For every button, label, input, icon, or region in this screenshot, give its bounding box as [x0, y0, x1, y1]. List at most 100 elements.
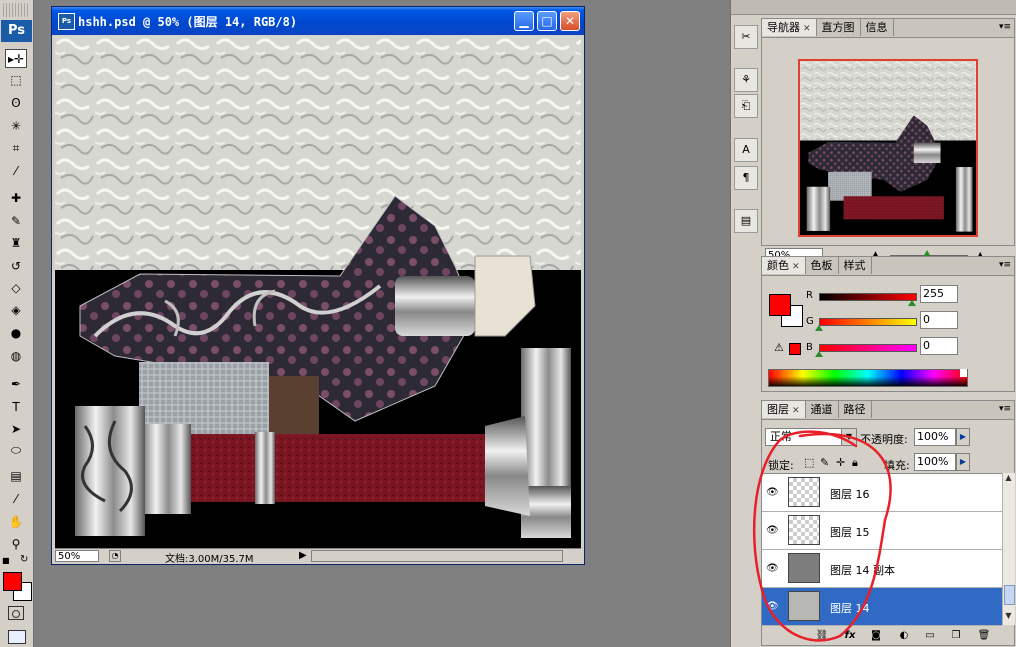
crop-tool[interactable]: ⌗ — [5, 139, 27, 158]
panel-menu-icon[interactable]: ▾≡ — [999, 404, 1011, 414]
eye-icon[interactable]: 👁︎ — [766, 487, 779, 498]
layer-style-icon[interactable]: fx — [842, 629, 858, 643]
channel-b-slider[interactable] — [815, 351, 823, 357]
lasso-tool[interactable]: ʘ — [5, 93, 27, 112]
new-group-icon[interactable]: ▭ — [922, 629, 938, 643]
move-tool[interactable]: ▸✛ — [5, 49, 27, 68]
channel-g-slider[interactable] — [815, 325, 823, 331]
tab-close-icon[interactable]: ✕ — [803, 24, 811, 34]
brush-tool[interactable]: ✎ — [5, 211, 27, 230]
close-button[interactable]: ✕ — [560, 11, 580, 31]
eyedropper2-tool[interactable]: ⁄ — [5, 489, 27, 508]
fill-arrow-button[interactable]: ▶ — [956, 453, 970, 471]
lock-position-icon[interactable]: ✛ — [836, 456, 845, 469]
gamut-color-swatch[interactable] — [789, 343, 801, 355]
minimize-button[interactable]: ▁ — [514, 11, 534, 31]
opacity-field[interactable]: 100% — [914, 428, 956, 446]
lock-all-icon[interactable]: 🔒︎ — [852, 456, 858, 470]
horizontal-scrollbar[interactable] — [311, 550, 563, 562]
layer-row[interactable]: 👁︎ 图层 14 — [762, 588, 1002, 626]
tab-close-icon[interactable]: ✕ — [792, 262, 800, 272]
clone-source-icon[interactable]: ⎗ — [734, 94, 758, 118]
color-foreground-swatch[interactable] — [769, 294, 791, 316]
tool-presets-icon[interactable]: ✂ — [734, 25, 758, 49]
fill-field[interactable]: 100% — [914, 453, 956, 471]
magic-wand-tool[interactable]: ✳ — [5, 116, 27, 135]
eyedropper-tool[interactable]: ⁄ — [5, 161, 27, 180]
swap-colors-icon[interactable]: ↻ — [20, 554, 28, 565]
new-layer-icon[interactable]: ❐ — [948, 629, 964, 643]
notes-tool[interactable]: ▤ — [5, 466, 27, 485]
default-colors-icon[interactable]: ■ — [2, 556, 10, 565]
channel-g-bar[interactable] — [819, 318, 917, 326]
brushes-icon[interactable]: ⚘ — [734, 68, 758, 92]
layer-list-scrollbar[interactable]: ▲ ▼ — [1002, 473, 1015, 625]
marquee-tool[interactable]: ⬚ — [5, 70, 27, 89]
out-of-gamut-warning-icon[interactable]: ⚠ — [774, 341, 784, 354]
zoom-tool[interactable]: ⚲ — [5, 534, 27, 553]
color-spectrum-bar[interactable] — [768, 369, 968, 387]
eraser-tool[interactable]: ◇ — [5, 278, 27, 297]
tab-info[interactable]: 信息 — [861, 19, 894, 36]
blur-tool[interactable]: ● — [5, 323, 27, 342]
tab-histogram[interactable]: 直方图 — [817, 19, 861, 36]
dock-grip[interactable] — [731, 0, 760, 15]
channel-r-value[interactable]: 255 — [920, 285, 958, 303]
pen-tool[interactable]: ✒ — [5, 374, 27, 393]
healing-brush-tool[interactable]: ✚ — [5, 188, 27, 207]
opacity-arrow-button[interactable]: ▶ — [956, 428, 970, 446]
foreground-color-swatch[interactable] — [3, 572, 22, 591]
delete-layer-icon[interactable]: 🗑︎ — [976, 629, 992, 643]
scroll-thumb[interactable] — [1004, 585, 1015, 605]
paragraph-icon[interactable]: ¶ — [734, 166, 758, 190]
quick-mask-icon[interactable] — [8, 606, 24, 620]
layer-row[interactable]: 👁︎ 图层 15 — [762, 512, 1002, 550]
panel-dock-grip[interactable] — [760, 0, 1016, 15]
history-brush-tool[interactable]: ↺ — [5, 256, 27, 275]
tab-channels[interactable]: 通道 — [806, 401, 839, 418]
channel-g-value[interactable]: 0 — [920, 311, 958, 329]
channel-r-slider[interactable] — [908, 300, 917, 306]
paint-bucket-tool[interactable]: ◈ — [5, 300, 27, 319]
character-icon[interactable]: A — [734, 138, 758, 162]
layer-row[interactable]: 👁︎ 图层 14 副本 — [762, 550, 1002, 588]
lock-transparent-icon[interactable]: ⬚ — [804, 456, 814, 469]
adjustment-layer-icon[interactable]: ◐ — [896, 629, 912, 643]
tab-close-icon[interactable]: ✕ — [792, 406, 800, 416]
channel-b-bar[interactable] — [819, 344, 917, 352]
navigator-preview[interactable] — [798, 59, 978, 237]
layer-mask-icon[interactable]: ◙ — [868, 629, 884, 643]
document-titlebar[interactable]: Ps hshh.psd @ 50% (图层 14, RGB/8) ▁ □ ✕ — [52, 7, 584, 35]
clone-stamp-tool[interactable]: ♜ — [5, 233, 27, 252]
panel-menu-icon[interactable]: ▾≡ — [999, 22, 1011, 32]
panel-menu-icon[interactable]: ▾≡ — [999, 260, 1011, 270]
tab-swatches[interactable]: 色板 — [806, 257, 839, 274]
scroll-up-icon[interactable]: ▲ — [1003, 473, 1014, 485]
path-selection-tool[interactable]: ➤ — [5, 419, 27, 438]
tab-layers[interactable]: 图层 ✕ — [762, 401, 806, 418]
image-canvas[interactable] — [55, 36, 581, 548]
eye-icon[interactable]: 👁︎ — [766, 601, 779, 612]
lock-pixels-icon[interactable]: ✎ — [820, 456, 829, 469]
status-menu-icon[interactable]: ◔ — [109, 550, 121, 562]
channel-b-value[interactable]: 0 — [920, 337, 958, 355]
tab-navigator[interactable]: 导航器 ✕ — [762, 19, 817, 36]
layer-comps-icon[interactable]: ▤ — [734, 209, 758, 233]
toolbar-grip[interactable] — [3, 3, 29, 17]
type-tool[interactable]: T — [5, 397, 27, 416]
hand-tool[interactable]: ✋ — [5, 512, 27, 531]
eye-icon[interactable]: 👁︎ — [766, 563, 779, 574]
spectrum-white-chip[interactable] — [960, 369, 967, 377]
dodge-tool[interactable]: ◍ — [5, 346, 27, 365]
eye-icon[interactable]: 👁︎ — [766, 525, 779, 536]
shape-tool[interactable]: ⬭ — [5, 441, 27, 460]
link-layers-icon[interactable]: ⛓ — [814, 629, 830, 643]
tab-styles[interactable]: 样式 — [839, 257, 872, 274]
channel-r-bar[interactable] — [819, 293, 917, 301]
maximize-button[interactable]: □ — [537, 11, 557, 31]
layer-row[interactable]: 👁︎ 图层 16 — [762, 474, 1002, 512]
scroll-down-icon[interactable]: ▼ — [1003, 611, 1014, 623]
screen-mode-icon[interactable] — [8, 630, 26, 644]
blend-mode-select[interactable]: 正常 ▼ — [765, 428, 857, 446]
tab-paths[interactable]: 路径 — [839, 401, 872, 418]
